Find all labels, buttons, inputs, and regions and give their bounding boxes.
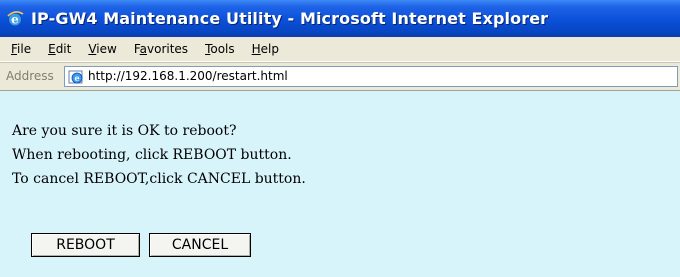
window-title: IP-GW4 Maintenance Utility - Microsoft I… xyxy=(31,9,549,28)
menu-file[interactable]: File xyxy=(7,42,37,56)
menu-help[interactable]: Help xyxy=(248,42,285,56)
page-icon: e xyxy=(68,70,83,84)
svg-text:e: e xyxy=(11,12,19,26)
page-content: Are you sure it is OK to reboot? When re… xyxy=(0,92,680,277)
address-input[interactable]: e http://192.168.1.200/restart.html xyxy=(64,66,678,87)
address-url: http://192.168.1.200/restart.html xyxy=(88,69,288,83)
menu-view[interactable]: View xyxy=(84,42,122,56)
menu-tools[interactable]: Tools xyxy=(201,42,241,56)
svg-text:e: e xyxy=(74,73,79,83)
cancel-button[interactable]: CANCEL xyxy=(149,233,251,257)
internet-explorer-icon: e xyxy=(7,10,24,26)
title-bar[interactable]: e IP-GW4 Maintenance Utility - Microsoft… xyxy=(0,0,680,37)
reboot-instruction: When rebooting, click REBOOT button. xyxy=(12,147,292,163)
reboot-button[interactable]: REBOOT xyxy=(31,233,140,257)
menu-edit[interactable]: Edit xyxy=(44,42,77,56)
confirm-message: Are you sure it is OK to reboot? xyxy=(12,123,237,139)
cancel-instruction: To cancel REBOOT,click CANCEL button. xyxy=(12,171,306,187)
menu-bar: File Edit View Favorites Tools Help xyxy=(0,37,680,62)
menu-favorites[interactable]: Favorites xyxy=(130,42,194,56)
address-bar: Address e http://192.168.1.200/restart.h… xyxy=(0,62,680,91)
address-label: Address xyxy=(6,69,54,83)
